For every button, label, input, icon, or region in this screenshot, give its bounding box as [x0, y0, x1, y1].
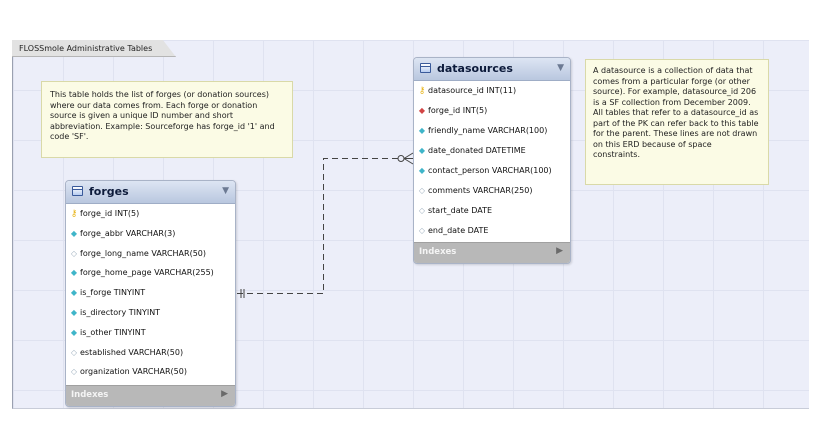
note-datasources[interactable]: A datasource is a collection of data tha…	[585, 59, 769, 185]
column-row[interactable]: ◆ forge_abbr VARCHAR(3)	[66, 224, 235, 244]
layer-label[interactable]: FLOSSmole Administrative Tables	[12, 40, 176, 57]
column-label: datasource_id INT(11)	[428, 86, 517, 95]
column-row[interactable]: ◇ established VARCHAR(50)	[66, 343, 235, 363]
column-row[interactable]: ◆ is_forge TINYINT	[66, 283, 235, 303]
column-label: comments VARCHAR(250)	[428, 186, 533, 195]
column-label: established VARCHAR(50)	[80, 347, 184, 357]
column-row[interactable]: ◇ comments VARCHAR(250)	[414, 181, 570, 201]
table-header[interactable]: forges ▼	[66, 181, 235, 204]
nullable-column-icon: ◇	[70, 347, 78, 357]
not-null-column-icon: ◆	[70, 327, 78, 337]
column-row[interactable]: ◇ organization VARCHAR(50)	[66, 362, 235, 382]
column-label: is_forge TINYINT	[80, 288, 146, 298]
column-label: forge_abbr VARCHAR(3)	[80, 228, 176, 238]
not-null-column-icon: ◆	[70, 307, 78, 317]
column-row[interactable]: ◆ forge_home_page VARCHAR(255)	[66, 263, 235, 283]
indexes-label: Indexes	[71, 390, 109, 400]
column-label: is_directory TINYINT	[80, 307, 161, 317]
column-label: forge_long_name VARCHAR(50)	[80, 248, 207, 258]
nullable-column-icon: ◇	[70, 367, 78, 377]
indexes-section[interactable]: Indexes ▶	[414, 242, 570, 263]
column-label: forge_id INT(5)	[80, 209, 140, 218]
not-null-column-icon: ◆	[70, 228, 78, 238]
column-label: contact_person VARCHAR(100)	[428, 166, 552, 175]
not-null-column-icon: ◆	[418, 126, 426, 135]
column-row[interactable]: ◇ start_date DATE	[414, 201, 570, 221]
column-row[interactable]: ◆ is_directory TINYINT	[66, 303, 235, 323]
expand-arrow-icon[interactable]: ▶	[556, 246, 563, 256]
column-label: is_other TINYINT	[80, 327, 146, 337]
column-row[interactable]: ⚷ forge_id INT(5)	[66, 204, 235, 224]
indexes-section[interactable]: Indexes ▶	[66, 385, 235, 406]
not-null-column-icon: ◆	[70, 268, 78, 278]
column-row[interactable]: ◆ date_donated DATETIME	[414, 141, 570, 161]
nullable-column-icon: ◇	[70, 248, 78, 258]
expand-arrow-icon[interactable]: ▶	[221, 389, 228, 399]
indexes-label: Indexes	[419, 247, 457, 257]
table-header[interactable]: datasources ▼	[414, 58, 570, 81]
primary-key-icon: ⚷	[418, 86, 426, 96]
table-title: datasources	[437, 62, 513, 75]
not-null-column-icon: ◆	[418, 166, 426, 175]
not-null-column-icon: ◆	[70, 288, 78, 298]
table-icon	[72, 186, 83, 196]
table-title: forges	[89, 185, 129, 198]
table-icon	[420, 63, 431, 73]
column-row[interactable]: ◇ end_date DATE	[414, 221, 570, 241]
column-row[interactable]: ◆ contact_person VARCHAR(100)	[414, 161, 570, 181]
column-label: forge_id INT(5)	[428, 106, 488, 115]
table-forges[interactable]: forges ▼ ⚷ forge_id INT(5) ◆ forge_abbr VAR…	[65, 180, 236, 407]
column-row[interactable]: ◆ friendly_name VARCHAR(100)	[414, 121, 570, 141]
column-list: ⚷ forge_id INT(5) ◆ forge_abbr VARCHAR(3) ◇ f…	[66, 204, 235, 382]
nullable-column-icon: ◇	[418, 206, 426, 215]
nullable-column-icon: ◇	[418, 226, 426, 235]
column-label: friendly_name VARCHAR(100)	[428, 126, 548, 135]
column-row[interactable]: ◇ forge_long_name VARCHAR(50)	[66, 244, 235, 264]
column-list: ⚷ datasource_id INT(11) ◆ forge_id INT(5) ◆ f…	[414, 81, 570, 241]
nullable-column-icon: ◇	[418, 186, 426, 195]
table-datasources[interactable]: datasources ▼ ⚷ datasource_id INT(11) ◆ for…	[413, 57, 571, 264]
column-row[interactable]: ◆ is_other TINYINT	[66, 323, 235, 343]
column-label: date_donated DATETIME	[428, 146, 526, 155]
primary-key-icon: ⚷	[70, 209, 78, 219]
not-null-column-icon: ◆	[418, 146, 426, 155]
column-label: start_date DATE	[428, 206, 493, 215]
column-label: organization VARCHAR(50)	[80, 367, 187, 377]
column-row[interactable]: ◆ forge_id INT(5)	[414, 101, 570, 121]
note-forges[interactable]: This table holds the list of forges (or …	[41, 81, 293, 158]
column-label: end_date DATE	[428, 226, 489, 235]
collapse-caret-icon[interactable]: ▼	[557, 63, 564, 73]
foreign-key-icon: ◆	[418, 106, 426, 115]
column-row[interactable]: ⚷ datasource_id INT(11)	[414, 81, 570, 101]
column-label: forge_home_page VARCHAR(255)	[80, 268, 214, 278]
collapse-caret-icon[interactable]: ▼	[222, 186, 229, 196]
